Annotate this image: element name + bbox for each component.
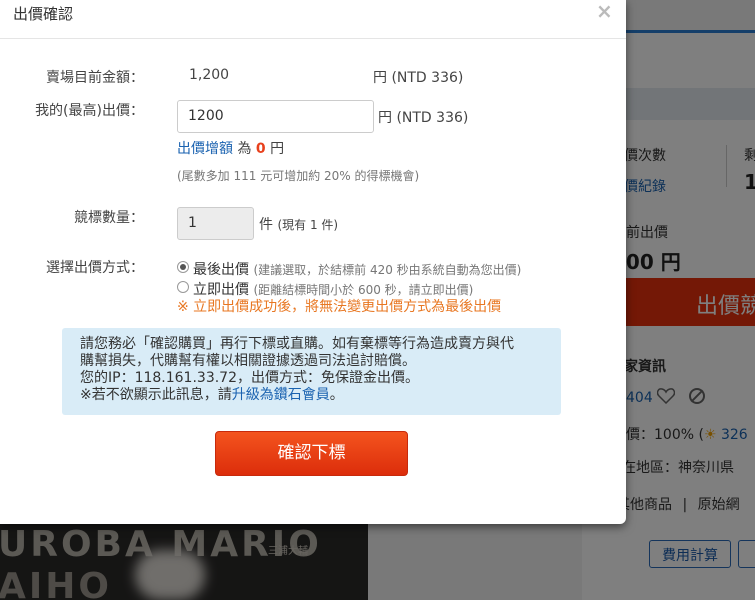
radio-instant-bid-note: (距離結標時間小於 600 秒，請立即出價) xyxy=(253,283,474,297)
notice-box: 請您務必「確認購買」再行下標或直購。如有棄標等行為造成賣方與代 購幫損失，代購幫… xyxy=(62,328,561,415)
bid-hint: (尾數多加 111 元可增加約 20% 的得標機會) xyxy=(177,169,420,183)
my-bid-unit: 円 (NTD 336) xyxy=(378,110,469,126)
confirm-bid-button[interactable]: 確認下標 xyxy=(215,431,408,476)
radio-last-bid-label: 最後出價 xyxy=(193,262,249,278)
bid-increment-value: 0 xyxy=(255,141,266,157)
radio-last-bid-text[interactable]: 最後出價 (建議選取，於結標前 420 秒由系統自動為您出價) xyxy=(193,259,521,279)
quantity-unit: 件 xyxy=(259,217,273,233)
current-price-label: 賣場目前金額： xyxy=(46,70,144,86)
bid-increment-unit: 円 xyxy=(265,141,285,157)
notice-line-4: ※若不欲顯示此訊息，請升級為鑽石會員。 xyxy=(80,387,561,404)
notice-line-4-suffix: 。 xyxy=(329,387,344,403)
modal-title: 出價確認 xyxy=(13,5,74,23)
method-label: 選擇出價方式： xyxy=(46,260,144,276)
quantity-label: 競標數量： xyxy=(74,210,144,226)
notice-line-3: 您的IP：118.161.33.72，出價方式：免保證金出價。 xyxy=(80,370,419,386)
notice-line-2: 購幫損失，代購幫有權以相關證據透過司法追討賠償。 xyxy=(80,353,416,369)
bid-increment-link[interactable]: 出價增額 xyxy=(177,141,233,157)
close-icon[interactable]: × xyxy=(596,0,613,23)
radio-last-bid-note: (建議選取，於結標前 420 秒由系統自動為您出價) xyxy=(253,263,522,277)
bid-increment-mid: 為 xyxy=(233,141,256,157)
quantity-row: 件 (現有 1 件) xyxy=(259,214,338,234)
method-warning: ※ 立即出價成功後，將無法變更出價方式為最後出價 xyxy=(177,299,502,315)
quantity-input[interactable]: 1 xyxy=(177,207,254,240)
my-bid-input[interactable]: 1200 xyxy=(177,100,374,133)
bid-confirm-modal: 出價確認 × 賣場目前金額： 1,200 円 (NTD 336) 我的(最高)出… xyxy=(0,0,626,524)
radio-last-bid[interactable] xyxy=(177,261,189,273)
quantity-note: (現有 1 件) xyxy=(277,218,339,232)
current-price-value: 1,200 xyxy=(189,67,230,83)
radio-instant-bid[interactable] xyxy=(177,281,189,293)
upgrade-link[interactable]: 升級為鑽石會員 xyxy=(232,387,330,403)
notice-line-4-prefix: ※若不欲顯示此訊息，請 xyxy=(80,387,232,403)
my-bid-label: 我的(最高)出價： xyxy=(35,103,144,119)
notice-line-1: 請您務必「確認購買」再行下標或直購。如有棄標等行為造成賣方與代 xyxy=(80,336,514,352)
bid-increment-row: 出價增額 為 0 円 xyxy=(177,138,284,158)
modal-header: 出價確認 × xyxy=(0,0,626,39)
current-price-unit: 円 (NTD 336) xyxy=(373,70,464,86)
